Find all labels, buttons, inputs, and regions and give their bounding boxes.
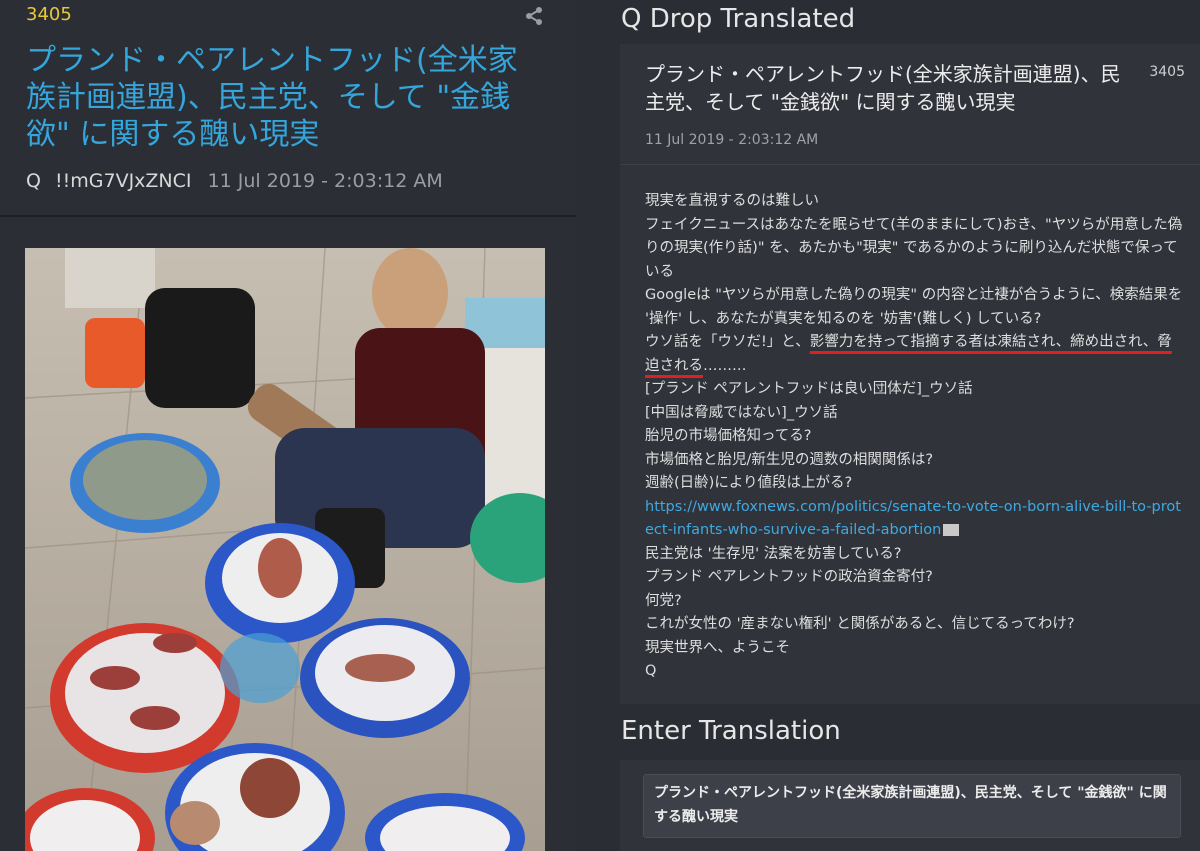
author-name: Q	[26, 170, 41, 192]
body-line: Googleは "ヤツらが用意した偽りの現実" の内容と辻褄が合うように、検索結…	[645, 287, 1183, 327]
body-line: 現実世界へ、ようこそ	[645, 639, 790, 656]
author-line: Q !!mG7VJxZNCI 11 Jul 2019 - 2:03:12 AM	[26, 170, 443, 192]
folder-icon	[943, 524, 960, 536]
body-line: 何党?	[645, 592, 682, 609]
panel-header: Q Drop Translated	[621, 4, 856, 34]
post-image[interactable]	[25, 248, 545, 851]
body-text: ………	[703, 357, 747, 374]
post-title[interactable]: プランド・ペアレントフッド(全米家族計画連盟)、民主党、そして "金銭欲" に関…	[26, 42, 546, 153]
body-line: フェイクニュースはあなたを眠らせて(羊のままにして)おき、"ヤツらが用意した偽り…	[645, 216, 1183, 280]
body-line: 市場価格と胎児/新生児の週数の相関関係は?	[645, 451, 934, 468]
body-line: これが女性の '産まない権利' と関係があると、信じてるってわけ?	[645, 616, 1075, 632]
post-date: 11 Jul 2019 - 2:03:12 AM	[207, 170, 443, 192]
drop-body: 現実を直視するのは難しい フェイクニュースはあなたを眠らせて(羊のままにして)お…	[645, 190, 1185, 684]
drop-number: 3405	[1149, 64, 1185, 80]
body-text: ウソ話を「ウソだ!」と、	[645, 334, 810, 350]
body-line: 胎児の市場価格知ってる?	[645, 428, 812, 444]
translation-input[interactable]: プランド・ペアレントフッド(全米家族計画連盟)、民主党、そして "金銭欲" に関…	[643, 774, 1181, 838]
foxnews-link[interactable]: https://www.foxnews.com/politics/senate-…	[645, 499, 1181, 539]
enter-translation-card: プランド・ペアレントフッド(全米家族計画連盟)、民主党、そして "金銭欲" に関…	[620, 760, 1200, 851]
post-number: 3405	[26, 4, 72, 25]
body-line: ウソ話を「ウソだ!」と、影響力を持って指摘する者は凍結され、締め出され、脅迫され…	[645, 331, 1185, 378]
body-line: 民主党は '生存児' 法案を妨害している?	[645, 545, 902, 562]
tripcode: !!mG7VJxZNCI	[55, 170, 192, 192]
drop-title: プランド・ペアレントフッド(全米家族計画連盟)、民主党、そして "金銭欲" に関…	[645, 62, 1121, 114]
divider	[0, 215, 576, 217]
enter-translation-header: Enter Translation	[621, 716, 841, 746]
right-translation-panel: Q Drop Translated プランド・ペアレントフッド(全米家族計画連盟…	[603, 0, 1200, 851]
body-line: プランド ペアレントフッドの政治資金寄付?	[645, 569, 933, 585]
body-line: 週齢(日齢)により値段は上がる?	[645, 475, 853, 491]
share-icon[interactable]	[524, 6, 544, 26]
drop-card: プランド・ペアレントフッド(全米家族計画連盟)、民主党、そして "金銭欲" に関…	[620, 44, 1200, 704]
body-line: [中国は脅威ではない]_ウソ話	[645, 404, 838, 421]
body-line: Q	[645, 663, 657, 679]
body-line: 現実を直視するのは難しい	[645, 193, 819, 209]
drop-date: 11 Jul 2019 - 2:03:12 AM	[645, 132, 819, 148]
link-line: https://www.foxnews.com/politics/senate-…	[645, 496, 1185, 543]
left-post-panel: 3405 プランド・ペアレントフッド(全米家族計画連盟)、民主党、そして "金銭…	[0, 0, 576, 851]
drop-card-header: プランド・ペアレントフッド(全米家族計画連盟)、民主党、そして "金銭欲" に関…	[620, 44, 1200, 165]
body-line: [プランド ペアレントフッドは良い団体だ]_ウソ話	[645, 381, 973, 397]
